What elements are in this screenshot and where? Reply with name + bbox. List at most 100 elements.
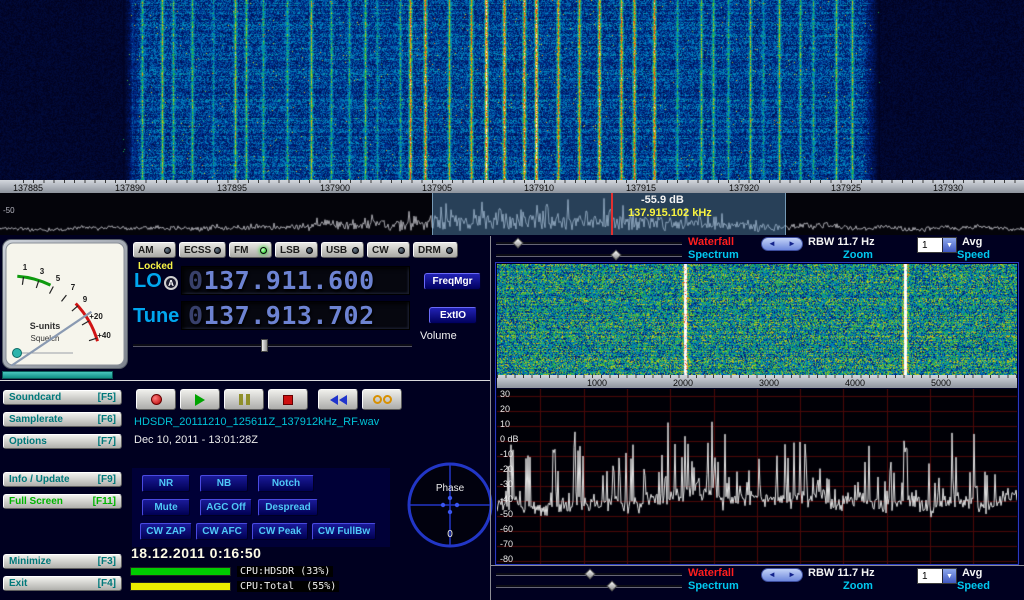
arrow-left-icon[interactable]: ◄ [768,240,776,248]
s-meter[interactable]: 1 3 5 7 9 +20 +40 S-units Squelch [2,239,128,369]
mode-button-lsb[interactable]: LSB [275,242,318,258]
record-button[interactable] [136,389,176,410]
s-units-label: S-units [30,321,61,331]
spectrum-label-bottom[interactable]: Spectrum [688,580,739,592]
phase-value: 0 [447,529,453,540]
ruler-tick: 137925 [831,183,861,193]
spectrum-label-top[interactable]: Spectrum [688,249,739,261]
passband-overlay[interactable] [432,193,786,235]
mode-led [446,247,453,254]
tune-frequency-value: 0137.913.702 [188,301,375,330]
record-icon [151,394,162,405]
rf-frequency-ruler[interactable]: 137885 137890 137895 137900 137905 13791… [0,180,1024,193]
arrow-right-icon[interactable]: ► [788,240,796,248]
cpu-total-label: CPU:Total (55%) [237,581,339,592]
mode-label: DRM [418,245,441,256]
db-tick: -20 [500,464,513,474]
audio-spectrum-display[interactable] [497,389,1017,564]
phase-indicator[interactable]: Phase 0 [406,461,494,549]
exit-button[interactable]: Exit[F4] [3,576,122,591]
mode-label: USB [326,245,347,256]
cw-zap-button[interactable]: CW ZAP [140,523,192,540]
chevron-down-icon[interactable]: ▼ [942,569,956,583]
chevron-down-icon[interactable]: ▼ [942,238,956,252]
waterfall-label-top[interactable]: Waterfall [688,236,734,248]
fullscreen-button[interactable]: Full Screen[F11] [3,494,122,509]
extio-button[interactable]: ExtIO [429,307,477,324]
play-button[interactable] [180,389,220,410]
rf-waterfall-display[interactable] [0,0,1024,180]
slider-track [133,344,412,347]
slider-thumb[interactable] [606,580,617,591]
mute-button[interactable]: Mute [142,499,190,516]
db-tick: -30 [500,479,513,489]
mode-button-ecss[interactable]: ECSS [179,242,226,258]
mode-button-am[interactable]: AM [133,242,176,258]
ruler-tick: 1000 [587,378,607,388]
arrow-right-icon[interactable]: ► [788,571,796,579]
slider-thumb[interactable] [261,339,268,352]
mode-button-drm[interactable]: DRM [413,242,458,258]
squelch-level-bar[interactable] [2,371,113,379]
button-label: Samplerate [9,414,63,425]
audio-frequency-ruler[interactable]: 1000 2000 3000 4000 5000 [497,375,1017,388]
shift-arrows-top[interactable]: ◄ ► [761,237,803,251]
rf-spectrum-display[interactable]: -50 -55.9 dB 137.915.102 kHz [0,193,1024,235]
slider-thumb[interactable] [610,249,621,260]
audio-waterfall-display[interactable] [497,264,1017,375]
lo-frequency-display[interactable]: 0137.911.600 [181,266,410,295]
db-tick: -70 [500,539,513,549]
waterfall-contrast-slider[interactable] [496,238,682,249]
options-button[interactable]: Options[F7] [3,434,122,449]
button-label: Exit [9,578,27,589]
tune-label: Tune [133,305,179,328]
despread-button[interactable]: Despread [258,499,318,516]
db-tick: -40 [500,494,513,504]
freqmgr-button[interactable]: FreqMgr [424,273,481,290]
s-meter-face: 1 3 5 7 9 +20 +40 S-units Squelch [5,242,125,366]
waterfall-brightness-slider[interactable] [496,250,682,261]
nr-button[interactable]: NR [142,475,190,492]
cw-afc-button[interactable]: CW AFC [196,523,248,540]
vfo-a-badge[interactable]: A [164,276,178,290]
button-label: Info / Update [9,474,70,485]
slider-thumb[interactable] [584,568,595,579]
rbw-label-bottom: RBW 11.7 Hz [808,567,875,579]
notch-button[interactable]: Notch [258,475,314,492]
smeter-tick-label: 5 [56,274,61,283]
slider-thumb[interactable] [512,237,523,248]
smeter-tick-label: +20 [89,312,103,321]
audio-waterfall-brightness-slider[interactable] [496,581,682,592]
loop-button[interactable] [362,389,402,410]
avg-select-bottom[interactable]: 1 ▼ [917,568,957,584]
soundcard-button[interactable]: Soundcard[F5] [3,390,122,405]
tune-frequency-display[interactable]: 0137.913.702 [181,301,410,330]
stop-button[interactable] [268,389,308,410]
minimize-button[interactable]: Minimize[F3] [3,554,122,569]
cursor-frequency-value: 137.915.102 kHz [628,207,712,220]
shift-arrows-bottom[interactable]: ◄ ► [761,568,803,582]
mode-button-usb[interactable]: USB [321,242,364,258]
agc-button[interactable]: AGC Off [200,499,252,516]
mode-label: LSB [280,245,300,256]
pause-button[interactable] [224,389,264,410]
avg-select-top[interactable]: 1 ▼ [917,237,957,253]
cpu-hdsdr-label: CPU:HDSDR (33%) [237,566,333,577]
lo-label: LO [134,270,162,293]
audio-waterfall-contrast-slider[interactable] [496,569,682,580]
mode-button-fm[interactable]: FM [229,242,272,258]
cw-fullbw-button[interactable]: CW FullBw [312,523,376,540]
nb-button[interactable]: NB [200,475,248,492]
waterfall-label-bottom[interactable]: Waterfall [688,567,734,579]
samplerate-button[interactable]: Samplerate[F6] [3,412,122,427]
info-update-button[interactable]: Info / Update[F9] [3,472,122,487]
db-tick: 20 [500,404,510,414]
arrow-left-icon[interactable]: ◄ [768,571,776,579]
db-tick: -10 [500,449,513,459]
cw-peak-button[interactable]: CW Peak [252,523,308,540]
rewind-button[interactable] [318,389,358,410]
stop-icon [283,395,293,405]
squelch-knob[interactable] [13,349,22,358]
volume-slider[interactable] [133,339,412,352]
mode-button-cw[interactable]: CW [367,242,410,258]
